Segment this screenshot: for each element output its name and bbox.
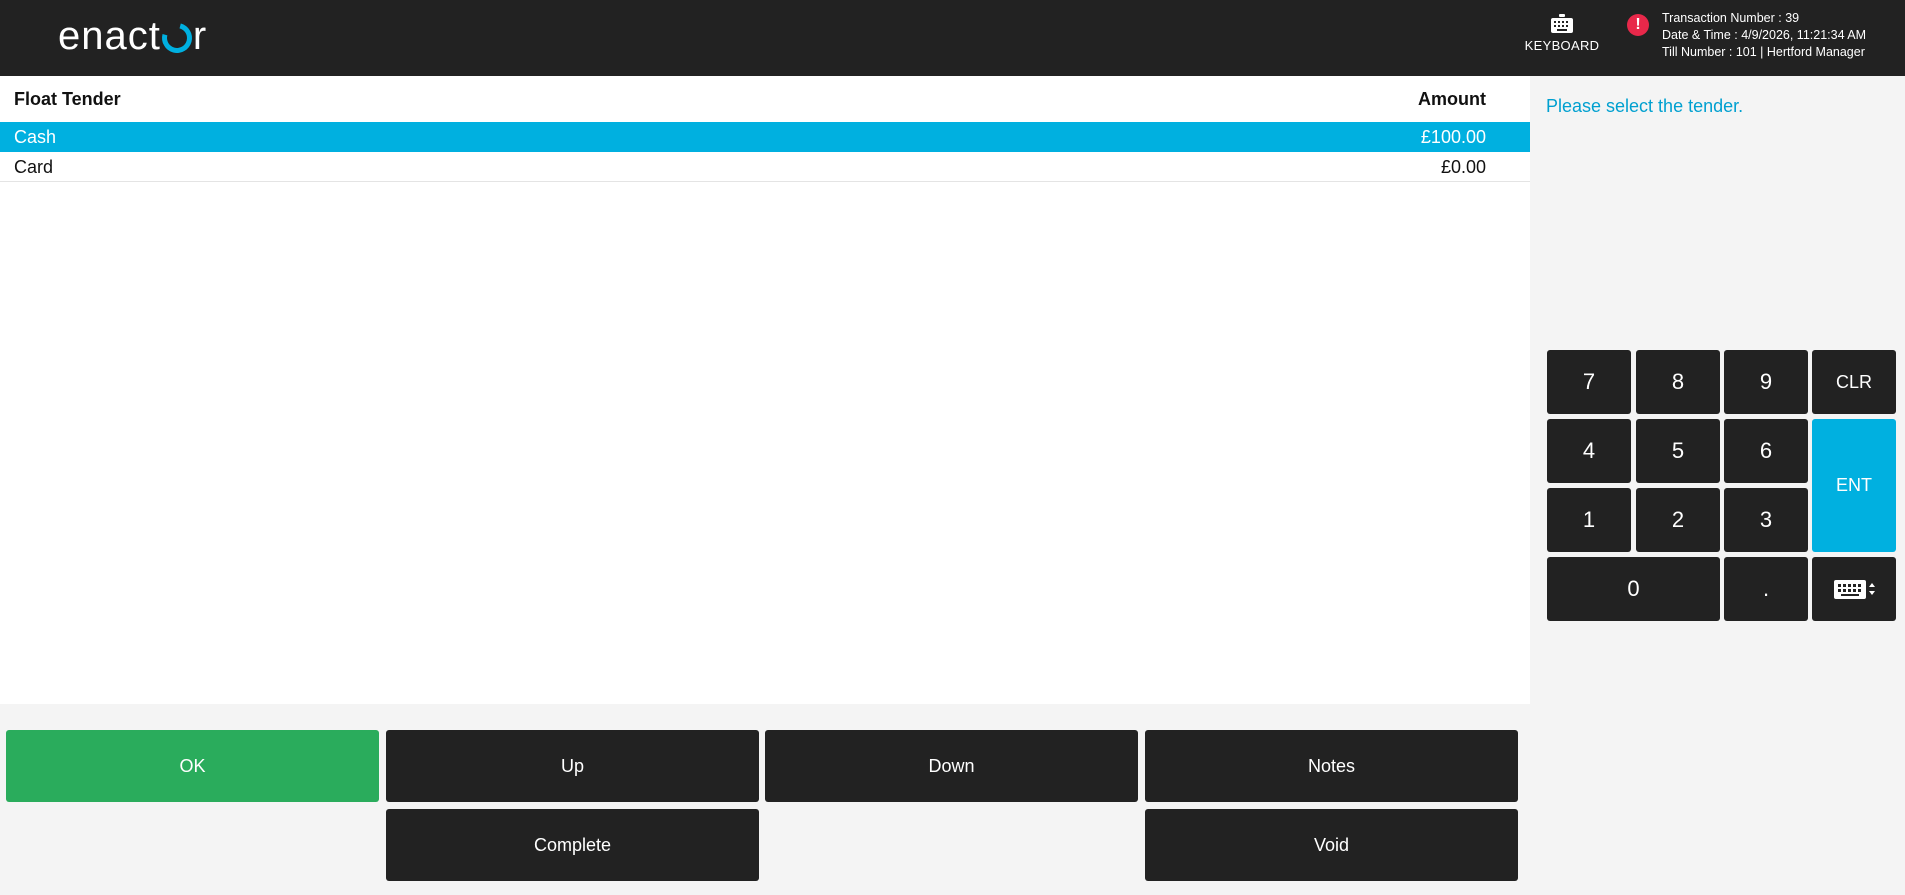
prompt-message: Please select the tender. <box>1546 96 1744 116</box>
complete-button[interactable]: Complete <box>386 809 759 881</box>
key-3[interactable]: 3 <box>1724 488 1808 552</box>
notes-button[interactable]: Notes <box>1145 730 1518 802</box>
logo-text-left: enact <box>58 13 161 58</box>
key-4[interactable]: 4 <box>1547 419 1631 483</box>
transaction-info: Transaction Number : 39 Date & Time : 4/… <box>1662 10 1866 61</box>
table-row[interactable]: Card £0.00 <box>0 152 1530 182</box>
logo-ring-icon <box>156 17 198 59</box>
key-7[interactable]: 7 <box>1547 350 1631 414</box>
keyboard-icon <box>1551 14 1573 33</box>
row-tender: Card <box>14 157 54 177</box>
row-tender: Cash <box>14 127 57 147</box>
ok-button[interactable]: OK <box>6 730 379 802</box>
void-button[interactable]: Void <box>1145 809 1518 881</box>
date-time: Date & Time : 4/9/2026, 11:21:34 AM <box>1662 28 1867 42</box>
row-amount: £0.00 <box>1440 157 1486 177</box>
float-tender-table: Float Tender Amount Cash £100.00 Card £0… <box>0 76 1530 704</box>
column-header-amount: Amount <box>1418 89 1486 109</box>
enactor-logo: enact r <box>58 12 207 60</box>
key-5[interactable]: 5 <box>1636 419 1720 483</box>
logo-text-right: r <box>192 13 208 58</box>
keyboard-button[interactable]: KEYBOARD <box>1520 14 1604 64</box>
key-8[interactable]: 8 <box>1636 350 1720 414</box>
key-0[interactable]: 0 <box>1547 557 1720 621</box>
key-dot[interactable]: . <box>1724 557 1808 621</box>
till-number: Till Number : 101 | Hertford Manager <box>1662 45 1865 59</box>
keyboard-label: KEYBOARD <box>1524 38 1600 53</box>
row-amount: £100.00 <box>1420 127 1486 147</box>
table-header: Float Tender Amount <box>0 76 1530 122</box>
column-header-tender: Float Tender <box>14 89 121 109</box>
keyboard-toggle-button[interactable] <box>1812 557 1896 621</box>
key-9[interactable]: 9 <box>1724 350 1808 414</box>
table-row[interactable]: Cash £100.00 <box>0 122 1530 152</box>
key-clr[interactable]: CLR <box>1812 350 1896 414</box>
transaction-number: Transaction Number : 39 <box>1662 11 1800 25</box>
app-header: enact r KEYBOARD ! Transaction Number : 3… <box>0 0 1905 76</box>
up-button[interactable]: Up <box>386 730 759 802</box>
keyboard-toggle-icon <box>1834 580 1875 599</box>
key-6[interactable]: 6 <box>1724 419 1808 483</box>
key-ent[interactable]: ENT <box>1812 419 1896 552</box>
key-2[interactable]: 2 <box>1636 488 1720 552</box>
down-button[interactable]: Down <box>765 730 1138 802</box>
alert-icon[interactable]: ! <box>1627 14 1649 36</box>
key-1[interactable]: 1 <box>1547 488 1631 552</box>
